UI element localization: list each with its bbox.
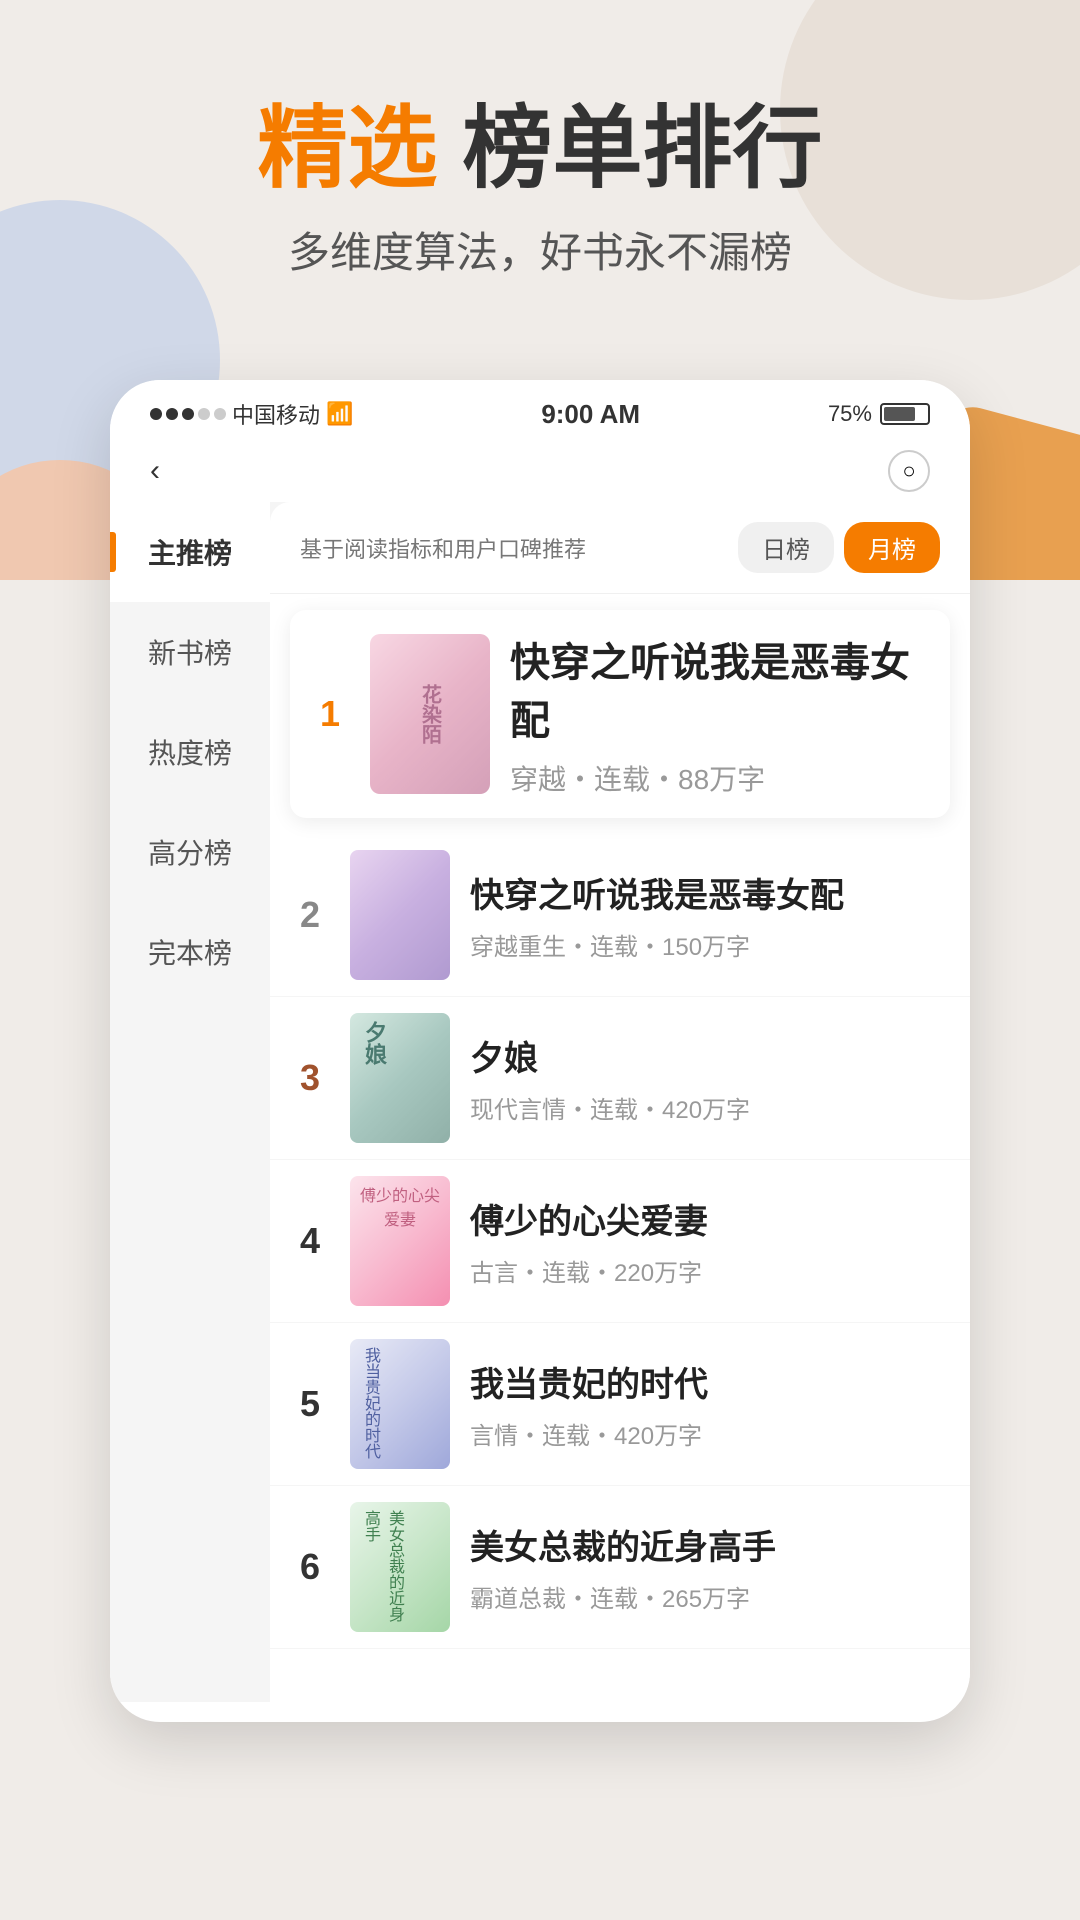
book-title-5: 我当贵妃的时代 — [470, 1357, 950, 1406]
battery-fill — [884, 407, 916, 421]
book-info-3: 夕娘 现代言情・连载・420万字 — [470, 1031, 950, 1125]
rank-number-4: 4 — [290, 1220, 330, 1262]
book-meta-2: 穿越重生・连载・150万字 — [470, 927, 950, 962]
rank-number-1: 1 — [310, 693, 350, 735]
book-item-2[interactable]: 2 快穿之听说我是恶毒女配 穿越重生・连载・150万字 — [270, 834, 970, 997]
filter-tabs: 日榜 月榜 — [738, 522, 940, 573]
signal-dot-5 — [214, 408, 226, 420]
battery-percent: 75% — [828, 401, 872, 427]
hero-title-orange: 精选 — [257, 99, 437, 199]
hero-title-dark: 榜单排行 — [437, 99, 822, 199]
tab-monthly[interactable]: 月榜 — [844, 522, 940, 573]
sidebar-label-main: 主推榜 — [148, 538, 232, 569]
filter-description: 基于阅读指标和用户口碑推荐 — [300, 532, 586, 564]
book-cover-4: 傅少的心尖爱妻 — [350, 1176, 450, 1306]
back-button[interactable]: ‹ — [150, 454, 160, 488]
filter-bar: 基于阅读指标和用户口碑推荐 日榜 月榜 — [270, 502, 970, 594]
nav-bar: ‹ ○ — [110, 440, 970, 502]
rank-number-6: 6 — [290, 1546, 330, 1588]
book-cover-5: 我当贵妃的时代 — [350, 1339, 450, 1469]
battery-icon — [880, 403, 930, 425]
cover-art-5: 我当贵妃的时代 — [350, 1339, 450, 1469]
book-title-4: 傅少的心尖爱妻 — [470, 1194, 950, 1243]
sidebar-item-score[interactable]: 高分榜 — [110, 802, 270, 902]
cover-art-3: 夕娘 — [350, 1013, 450, 1143]
rank-number-3: 3 — [290, 1057, 330, 1099]
sidebar-item-new[interactable]: 新书榜 — [110, 602, 270, 702]
sidebar-label-hot: 热度榜 — [148, 738, 232, 769]
book-info-2: 快穿之听说我是恶毒女配 穿越重生・连载・150万字 — [470, 868, 950, 962]
carrier-name: 中国移动 — [232, 398, 320, 430]
book-info-5: 我当贵妃的时代 言情・连载・420万字 — [470, 1357, 950, 1451]
hero-subtitle: 多维度算法，好书永不漏榜 — [60, 219, 1020, 280]
main-content: 主推榜 新书榜 热度榜 高分榜 完本榜 基于阅读指标和用户口碑推荐 日榜 — [110, 502, 970, 1702]
signal-dot-1 — [150, 408, 162, 420]
book-meta-4: 古言・连载・220万字 — [470, 1253, 950, 1288]
book-title-6: 美女总裁的近身高手 — [470, 1520, 950, 1569]
sidebar-item-hot[interactable]: 热度榜 — [110, 702, 270, 802]
sidebar-label-new: 新书榜 — [148, 638, 232, 669]
book-info-1: 快穿之听说我是恶毒女配 穿越・连载・88万字 — [510, 630, 930, 798]
signal-dot-4 — [198, 408, 210, 420]
status-right: 75% — [828, 401, 930, 427]
signal-dot-2 — [166, 408, 178, 420]
book-cover-6: 美女总裁的近身高手 — [350, 1502, 450, 1632]
rank-number-5: 5 — [290, 1383, 330, 1425]
book-info-6: 美女总裁的近身高手 霸道总裁・连载・265万字 — [470, 1520, 950, 1614]
book-cover-3: 夕娘 — [350, 1013, 450, 1143]
sidebar-item-main[interactable]: 主推榜 — [110, 502, 270, 602]
cover-art-6: 美女总裁的近身高手 — [350, 1502, 450, 1632]
content-panel: 基于阅读指标和用户口碑推荐 日榜 月榜 1 花染陌 快穿之听说我是恶毒女配 穿越… — [270, 502, 970, 1702]
search-icon: ○ — [902, 458, 915, 484]
book-meta-3: 现代言情・连载・420万字 — [470, 1090, 950, 1125]
cover-decoration-1: 花染陌 — [416, 684, 445, 744]
book-meta-6: 霸道总裁・连载・265万字 — [470, 1579, 950, 1614]
book-item-6[interactable]: 6 美女总裁的近身高手 美女总裁的近身高手 霸道总裁・连载・265万字 — [270, 1486, 970, 1649]
phone-mockup: 中国移动 📶 9:00 AM 75% ‹ ○ 主推榜 新书榜 热度榜 — [110, 380, 970, 1722]
book-meta-1: 穿越・连载・88万字 — [510, 758, 930, 798]
book-cover-1: 花染陌 — [370, 634, 490, 794]
book-item-3[interactable]: 3 夕娘 夕娘 现代言情・连载・420万字 — [270, 997, 970, 1160]
status-bar: 中国移动 📶 9:00 AM 75% — [110, 380, 970, 440]
wifi-icon: 📶 — [326, 401, 353, 427]
signal-indicator — [150, 408, 226, 420]
hero-section: 精选 榜单排行 多维度算法，好书永不漏榜 — [0, 0, 1080, 340]
tab-daily[interactable]: 日榜 — [738, 522, 834, 573]
featured-book-card[interactable]: 1 花染陌 快穿之听说我是恶毒女配 穿越・连载・88万字 — [290, 610, 950, 818]
rank-number-2: 2 — [290, 894, 330, 936]
cover-art-4: 傅少的心尖爱妻 — [350, 1176, 450, 1306]
hero-title: 精选 榜单排行 — [60, 100, 1020, 199]
book-item-5[interactable]: 5 我当贵妃的时代 我当贵妃的时代 言情・连载・420万字 — [270, 1323, 970, 1486]
status-left: 中国移动 📶 — [150, 398, 353, 430]
search-button[interactable]: ○ — [888, 450, 930, 492]
book-item-4[interactable]: 4 傅少的心尖爱妻 傅少的心尖爱妻 古言・连载・220万字 — [270, 1160, 970, 1323]
book-title-1: 快穿之听说我是恶毒女配 — [510, 630, 930, 746]
book-cover-2 — [350, 850, 450, 980]
book-title-3: 夕娘 — [470, 1031, 950, 1080]
book-info-4: 傅少的心尖爱妻 古言・连载・220万字 — [470, 1194, 950, 1288]
signal-dot-3 — [182, 408, 194, 420]
cover-art-2 — [350, 850, 450, 980]
cover-art-1: 花染陌 — [370, 634, 490, 794]
book-meta-5: 言情・连载・420万字 — [470, 1416, 950, 1451]
sidebar-label-score: 高分榜 — [148, 838, 232, 869]
book-title-2: 快穿之听说我是恶毒女配 — [470, 868, 950, 917]
sidebar-label-complete: 完本榜 — [148, 938, 232, 969]
sidebar-item-complete[interactable]: 完本榜 — [110, 902, 270, 1002]
sidebar: 主推榜 新书榜 热度榜 高分榜 完本榜 — [110, 502, 270, 1702]
clock: 9:00 AM — [541, 399, 640, 430]
